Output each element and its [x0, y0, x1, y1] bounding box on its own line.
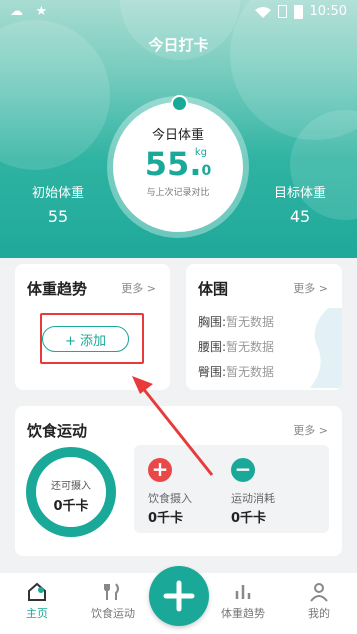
girth-row-hip: 臀围:暂无数据	[198, 365, 275, 379]
minus-burn-icon[interactable]: −	[231, 458, 255, 482]
plus-icon	[163, 580, 195, 612]
weight-unit: kg	[194, 147, 207, 158]
status-bar: ☁ ★ 10:50	[0, 0, 357, 26]
initial-weight[interactable]: 初始体重 55	[18, 182, 98, 226]
highlight-box	[40, 313, 144, 364]
diet-exercise-more-link[interactable]: 更多 >	[293, 422, 328, 438]
user-icon	[310, 583, 328, 602]
diet-exercise-title: 饮食运动	[27, 422, 88, 440]
status-left-icons: ☁ ★	[10, 4, 52, 19]
target-weight-label: 目标体重	[273, 186, 326, 201]
status-time: 10:50	[309, 4, 347, 19]
burn-value: 0千卡	[231, 511, 267, 526]
girth-row-chest: 胸围:暂无数据	[198, 315, 275, 329]
compare-text: 与上次记录对比	[146, 188, 210, 198]
girth-row-waist: 腰围:暂无数据	[198, 340, 275, 354]
today-weight-label: 今日体重	[151, 128, 204, 143]
add-intake-icon[interactable]: +	[148, 458, 172, 482]
initial-weight-label: 初始体重	[31, 186, 84, 201]
remain-label: 还可摄入	[51, 481, 91, 492]
initial-weight-value: 55	[47, 207, 69, 226]
intake-value: 0千卡	[148, 511, 184, 526]
intake-label: 饮食摄入	[148, 492, 192, 505]
today-weight-value: 55.0 kg	[144, 145, 212, 183]
today-weight-circle[interactable]: 今日体重 55.0 kg 与上次记录对比	[113, 102, 243, 232]
battery-icon	[293, 4, 303, 19]
tab-weight-trend[interactable]: 体重趋势	[208, 573, 278, 621]
girth-more-link[interactable]: 更多 >	[293, 280, 328, 296]
tab-me[interactable]: 我的	[284, 573, 354, 621]
bar-chart-icon	[235, 585, 251, 599]
girth-title: 体围	[198, 280, 229, 298]
wifi-icon	[254, 6, 271, 18]
home-icon	[28, 582, 46, 601]
remain-value: 0千卡	[53, 499, 89, 514]
page-title: 今日打卡	[148, 36, 209, 54]
calorie-ring: 还可摄入 0千卡	[26, 447, 116, 537]
target-weight-value: 45	[289, 207, 311, 226]
fork-knife-icon	[104, 583, 119, 600]
weight-trend-title: 体重趋势	[27, 280, 88, 298]
tab-diet-exercise[interactable]: 饮食运动	[78, 573, 148, 621]
burn-label: 运动消耗	[231, 492, 275, 505]
tab-home[interactable]: 主页	[2, 573, 72, 621]
add-record-fab[interactable]	[149, 566, 209, 626]
sim-icon	[277, 5, 287, 18]
weight-trend-more-link[interactable]: 更多 >	[121, 280, 156, 296]
target-weight[interactable]: 目标体重 45	[260, 182, 340, 226]
body-silhouette-icon	[310, 308, 342, 388]
indicator-dot	[171, 95, 188, 112]
